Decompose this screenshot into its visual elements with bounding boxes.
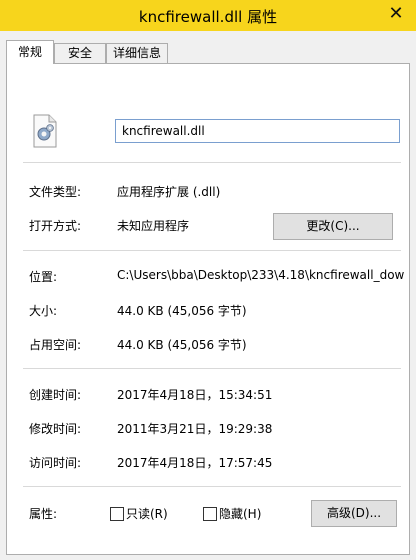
divider <box>23 368 401 369</box>
accessed-label: 访问时间: <box>29 456 82 470</box>
file-type-value: 应用程序扩展 (.dll) <box>117 185 221 199</box>
modified-value: 2011年3月21日，19:29:38 <box>117 422 273 436</box>
divider <box>23 486 401 487</box>
dialog-body: 常规 安全 详细信息 kncfirewall.dll 文件类型: 应用程序扩展 … <box>0 31 416 560</box>
size-on-disk-value: 44.0 KB (45,056 字节) <box>117 338 247 352</box>
change-button[interactable]: 更改(C)... <box>273 213 393 240</box>
window-title: kncfirewall.dll 属性 <box>138 8 278 26</box>
tab-security[interactable]: 安全 <box>54 43 106 64</box>
created-label: 创建时间: <box>29 388 82 402</box>
file-type-label: 文件类型: <box>29 185 82 199</box>
readonly-label[interactable]: 只读(R) <box>126 505 168 522</box>
hidden-label[interactable]: 隐藏(H) <box>219 505 261 522</box>
advanced-button[interactable]: 高级(D)... <box>311 500 397 527</box>
file-name-input[interactable]: kncfirewall.dll <box>115 119 400 143</box>
readonly-checkbox[interactable] <box>110 507 124 521</box>
size-value: 44.0 KB (45,056 字节) <box>117 304 247 318</box>
open-with-value: 未知应用程序 <box>117 219 190 233</box>
divider <box>23 250 401 251</box>
close-button[interactable]: ✕ <box>384 3 408 27</box>
dll-file-icon <box>33 114 57 148</box>
tab-general[interactable]: 常规 <box>6 40 54 64</box>
accessed-value: 2017年4月18日，17:57:45 <box>117 456 273 470</box>
attributes-label: 属性: <box>29 507 58 521</box>
size-on-disk-label: 占用空间: <box>29 338 82 352</box>
location-label: 位置: <box>29 270 58 284</box>
hidden-checkbox[interactable] <box>203 507 217 521</box>
general-panel: kncfirewall.dll 文件类型: 应用程序扩展 (.dll) 打开方式… <box>6 63 410 555</box>
open-with-label: 打开方式: <box>29 219 82 233</box>
size-label: 大小: <box>29 304 58 318</box>
tab-details[interactable]: 详细信息 <box>106 43 168 64</box>
title-bar: kncfirewall.dll 属性 ✕ <box>0 0 416 31</box>
created-value: 2017年4月18日，15:34:51 <box>117 388 273 402</box>
modified-label: 修改时间: <box>29 422 82 436</box>
location-value: C:\Users\bba\Desktop\233\4.18\kncfirewal… <box>117 268 405 282</box>
divider <box>23 162 401 163</box>
